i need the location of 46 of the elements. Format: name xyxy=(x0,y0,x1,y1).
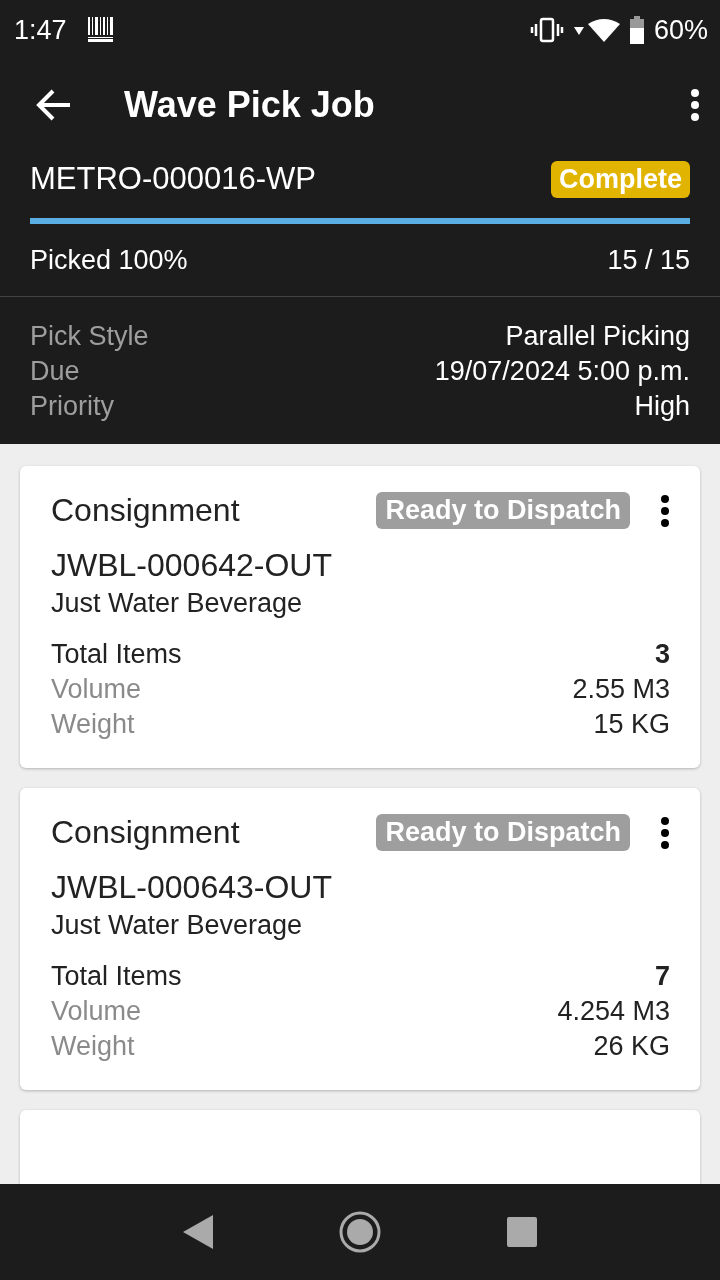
card-title: Consignment xyxy=(51,492,241,529)
customer-name: Just Water Beverage xyxy=(51,910,304,941)
row-value: 7 xyxy=(654,960,670,993)
detail-label: Priority xyxy=(30,390,114,423)
barcode-icon xyxy=(86,17,115,43)
row-label: Total Items xyxy=(51,638,182,671)
back-icon[interactable] xyxy=(36,89,72,121)
detail-label: Due xyxy=(30,355,80,388)
row-value: 4.254 M3 xyxy=(557,995,670,1028)
row-value: 26 KG xyxy=(593,1030,670,1063)
more-icon[interactable] xyxy=(690,88,700,122)
consignment-card[interactable]: Consignment Ready to Dispatch JWBL-000643-OUT Just Water Beverage Total Items 7 Volume 4.254 M3 Weight 26 KG xyxy=(20,788,700,1090)
row-label: Volume xyxy=(51,995,142,1028)
more-icon[interactable] xyxy=(660,815,670,850)
battery-percent: 60% xyxy=(653,14,708,46)
clock-time: 1:47 xyxy=(14,14,67,46)
consignment-number: JWBL-000643-OUT xyxy=(51,869,333,906)
row-label: Weight xyxy=(51,708,135,741)
detail-value: High xyxy=(634,390,690,423)
consignment-card[interactable]: Consignment Ready to Dispatch JWBL-000642-OUT Just Water Beverage Total Items 3 Volume 2.55 M3 Weight 15 KG xyxy=(20,466,700,768)
customer-name: Just Water Beverage xyxy=(51,588,304,619)
row-label: Weight xyxy=(51,1030,135,1063)
row-value: 2.55 M3 xyxy=(572,673,670,706)
row-value: 3 xyxy=(654,638,670,671)
detail-value: 19/07/2024 5:00 p.m. xyxy=(434,355,690,388)
screen-title: Wave Pick Job xyxy=(124,84,376,126)
back-nav-icon[interactable] xyxy=(182,1215,213,1249)
consignment-number: JWBL-000642-OUT xyxy=(51,547,333,584)
battery-icon xyxy=(629,16,644,44)
card-title: Consignment xyxy=(51,814,241,851)
status-badge: Ready to Dispatch xyxy=(376,492,630,529)
status-badge: Complete xyxy=(550,160,690,198)
vibrate-icon xyxy=(529,17,564,43)
wifi-icon xyxy=(573,18,620,42)
detail-value: Parallel Picking xyxy=(505,320,690,353)
row-value: 15 KG xyxy=(593,708,670,741)
recents-nav-icon[interactable] xyxy=(507,1217,538,1247)
home-nav-icon[interactable] xyxy=(338,1210,382,1254)
progress-count: 15 / 15 xyxy=(607,244,690,276)
more-icon[interactable] xyxy=(660,493,670,528)
job-id: METRO-000016-WP xyxy=(30,161,316,197)
detail-label: Pick Style xyxy=(30,320,149,353)
row-label: Total Items xyxy=(51,960,182,993)
row-label: Volume xyxy=(51,673,142,706)
status-badge: Ready to Dispatch xyxy=(376,814,630,851)
progress-label: Picked 100% xyxy=(30,244,188,276)
